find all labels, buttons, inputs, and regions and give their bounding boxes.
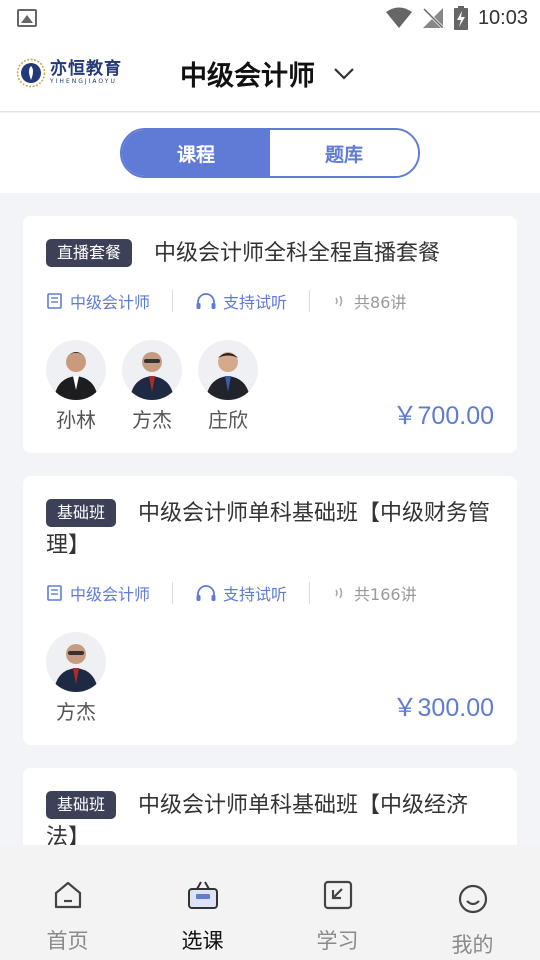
divider bbox=[172, 582, 174, 604]
divider bbox=[172, 290, 174, 312]
tab-home[interactable]: 首页 bbox=[0, 845, 135, 960]
course-card[interactable]: 基础班 中级会计师单科基础班【中级经济法】 bbox=[23, 768, 517, 845]
tab-courses-select[interactable]: 选课 bbox=[135, 845, 270, 960]
course-card[interactable]: 直播套餐 中级会计师全科全程直播套餐 中级会计师 支持试听 共86讲 孙林 方杰… bbox=[23, 216, 517, 453]
tab-mine-label[interactable]: 我的 bbox=[405, 929, 540, 959]
segmented-control: 课程 题库 bbox=[120, 128, 420, 178]
teacher: 方杰 bbox=[46, 632, 106, 725]
avatar bbox=[122, 340, 182, 400]
course-title-row: 直播套餐 中级会计师全科全程直播套餐 bbox=[46, 238, 496, 270]
status-bar: 10:03 bbox=[0, 0, 540, 36]
divider bbox=[309, 290, 311, 312]
teacher-name: 方杰 bbox=[132, 408, 172, 432]
avatar bbox=[46, 340, 106, 400]
teacher-name: 孙林 bbox=[56, 408, 96, 432]
trial-label: 支持试听 bbox=[223, 293, 288, 312]
status-icons: 10:03 bbox=[385, 6, 528, 30]
image-notification-icon bbox=[17, 9, 37, 27]
teacher-list: 方杰 bbox=[46, 632, 106, 725]
home-icon[interactable] bbox=[52, 879, 84, 911]
course-card[interactable]: 基础班中级会计师单科基础班【中级财务管理】 中级会计师 支持试听 共166讲 bbox=[23, 476, 517, 745]
logo-pinyin: YIHENGJIAOYU bbox=[50, 78, 117, 85]
teacher-name: 方杰 bbox=[56, 700, 96, 724]
brand-logo: 亦恒教育 YIHENGJIAOYU bbox=[16, 58, 122, 88]
study-icon[interactable] bbox=[322, 879, 354, 911]
sound-wave-icon bbox=[335, 295, 343, 307]
chevron-down-icon[interactable] bbox=[333, 67, 355, 81]
segment-bar: 课程 题库 bbox=[0, 113, 540, 193]
teacher: 孙林 bbox=[46, 340, 106, 433]
logo-emblem-icon bbox=[16, 58, 46, 88]
course-price: ￥300.00 bbox=[392, 694, 494, 722]
battery-charging-icon bbox=[453, 6, 468, 30]
course-title-row: 基础班 中级会计师单科基础班【中级经济法】 bbox=[46, 790, 496, 845]
tab-study[interactable]: 学习 bbox=[270, 845, 405, 960]
tab-mine[interactable]: 我的 bbox=[405, 845, 540, 960]
page-title[interactable]: 中级会计师 bbox=[180, 54, 315, 93]
logo-chinese: 亦恒教育 bbox=[50, 59, 122, 79]
book-icon bbox=[47, 293, 62, 309]
tab-study-label[interactable]: 学习 bbox=[270, 925, 405, 955]
headphones-icon bbox=[196, 585, 216, 601]
tab-home-label[interactable]: 首页 bbox=[0, 925, 135, 955]
trial-label: 支持试听 bbox=[223, 585, 288, 604]
course-meta: 中级会计师 支持试听 共86讲 bbox=[46, 289, 406, 313]
sound-wave-icon bbox=[335, 587, 343, 599]
course-type-badge: 直播套餐 bbox=[46, 239, 133, 267]
lesson-count: 共86讲 bbox=[354, 293, 407, 312]
headphones-icon bbox=[196, 293, 216, 309]
course-category: 中级会计师 bbox=[70, 585, 151, 604]
course-type-badge: 基础班 bbox=[46, 791, 117, 819]
no-signal-icon bbox=[422, 7, 443, 29]
course-type-badge: 基础班 bbox=[46, 499, 117, 527]
course-price: ￥700.00 bbox=[392, 402, 494, 430]
course-meta: 中级会计师 支持试听 共166讲 bbox=[46, 581, 417, 605]
avatar bbox=[198, 340, 258, 400]
teacher-list: 孙林 方杰 庄欣 bbox=[46, 340, 258, 433]
tab-courses-select-label[interactable]: 选课 bbox=[135, 925, 270, 955]
teacher-name: 庄欣 bbox=[208, 408, 248, 432]
tab-courses[interactable]: 课程 bbox=[122, 130, 270, 176]
teacher: 庄欣 bbox=[198, 340, 258, 433]
app-header: 亦恒教育 YIHENGJIAOYU 中级会计师 bbox=[0, 36, 540, 112]
course-title-row: 基础班 中级会计师单科基础班【中级财务管理】 bbox=[46, 498, 496, 562]
bottom-tab-bar: 首页 选课 学习 我的 bbox=[0, 845, 540, 960]
tab-question-bank[interactable]: 题库 bbox=[270, 130, 418, 176]
teacher: 方杰 bbox=[122, 340, 182, 433]
shopping-basket-icon[interactable] bbox=[186, 879, 220, 911]
course-title: 中级会计师全科全程直播套餐 bbox=[154, 241, 441, 266]
divider bbox=[309, 582, 311, 604]
book-icon bbox=[47, 585, 62, 601]
course-category: 中级会计师 bbox=[70, 293, 151, 312]
course-list[interactable]: 直播套餐 中级会计师全科全程直播套餐 中级会计师 支持试听 共86讲 孙林 方杰… bbox=[0, 193, 540, 845]
wifi-icon bbox=[385, 7, 412, 28]
exam-selector[interactable]: 中级会计师 bbox=[180, 54, 355, 93]
lesson-count: 共166讲 bbox=[354, 585, 417, 604]
smiley-profile-icon[interactable] bbox=[457, 883, 489, 915]
clock: 10:03 bbox=[477, 6, 528, 29]
avatar bbox=[46, 632, 106, 692]
